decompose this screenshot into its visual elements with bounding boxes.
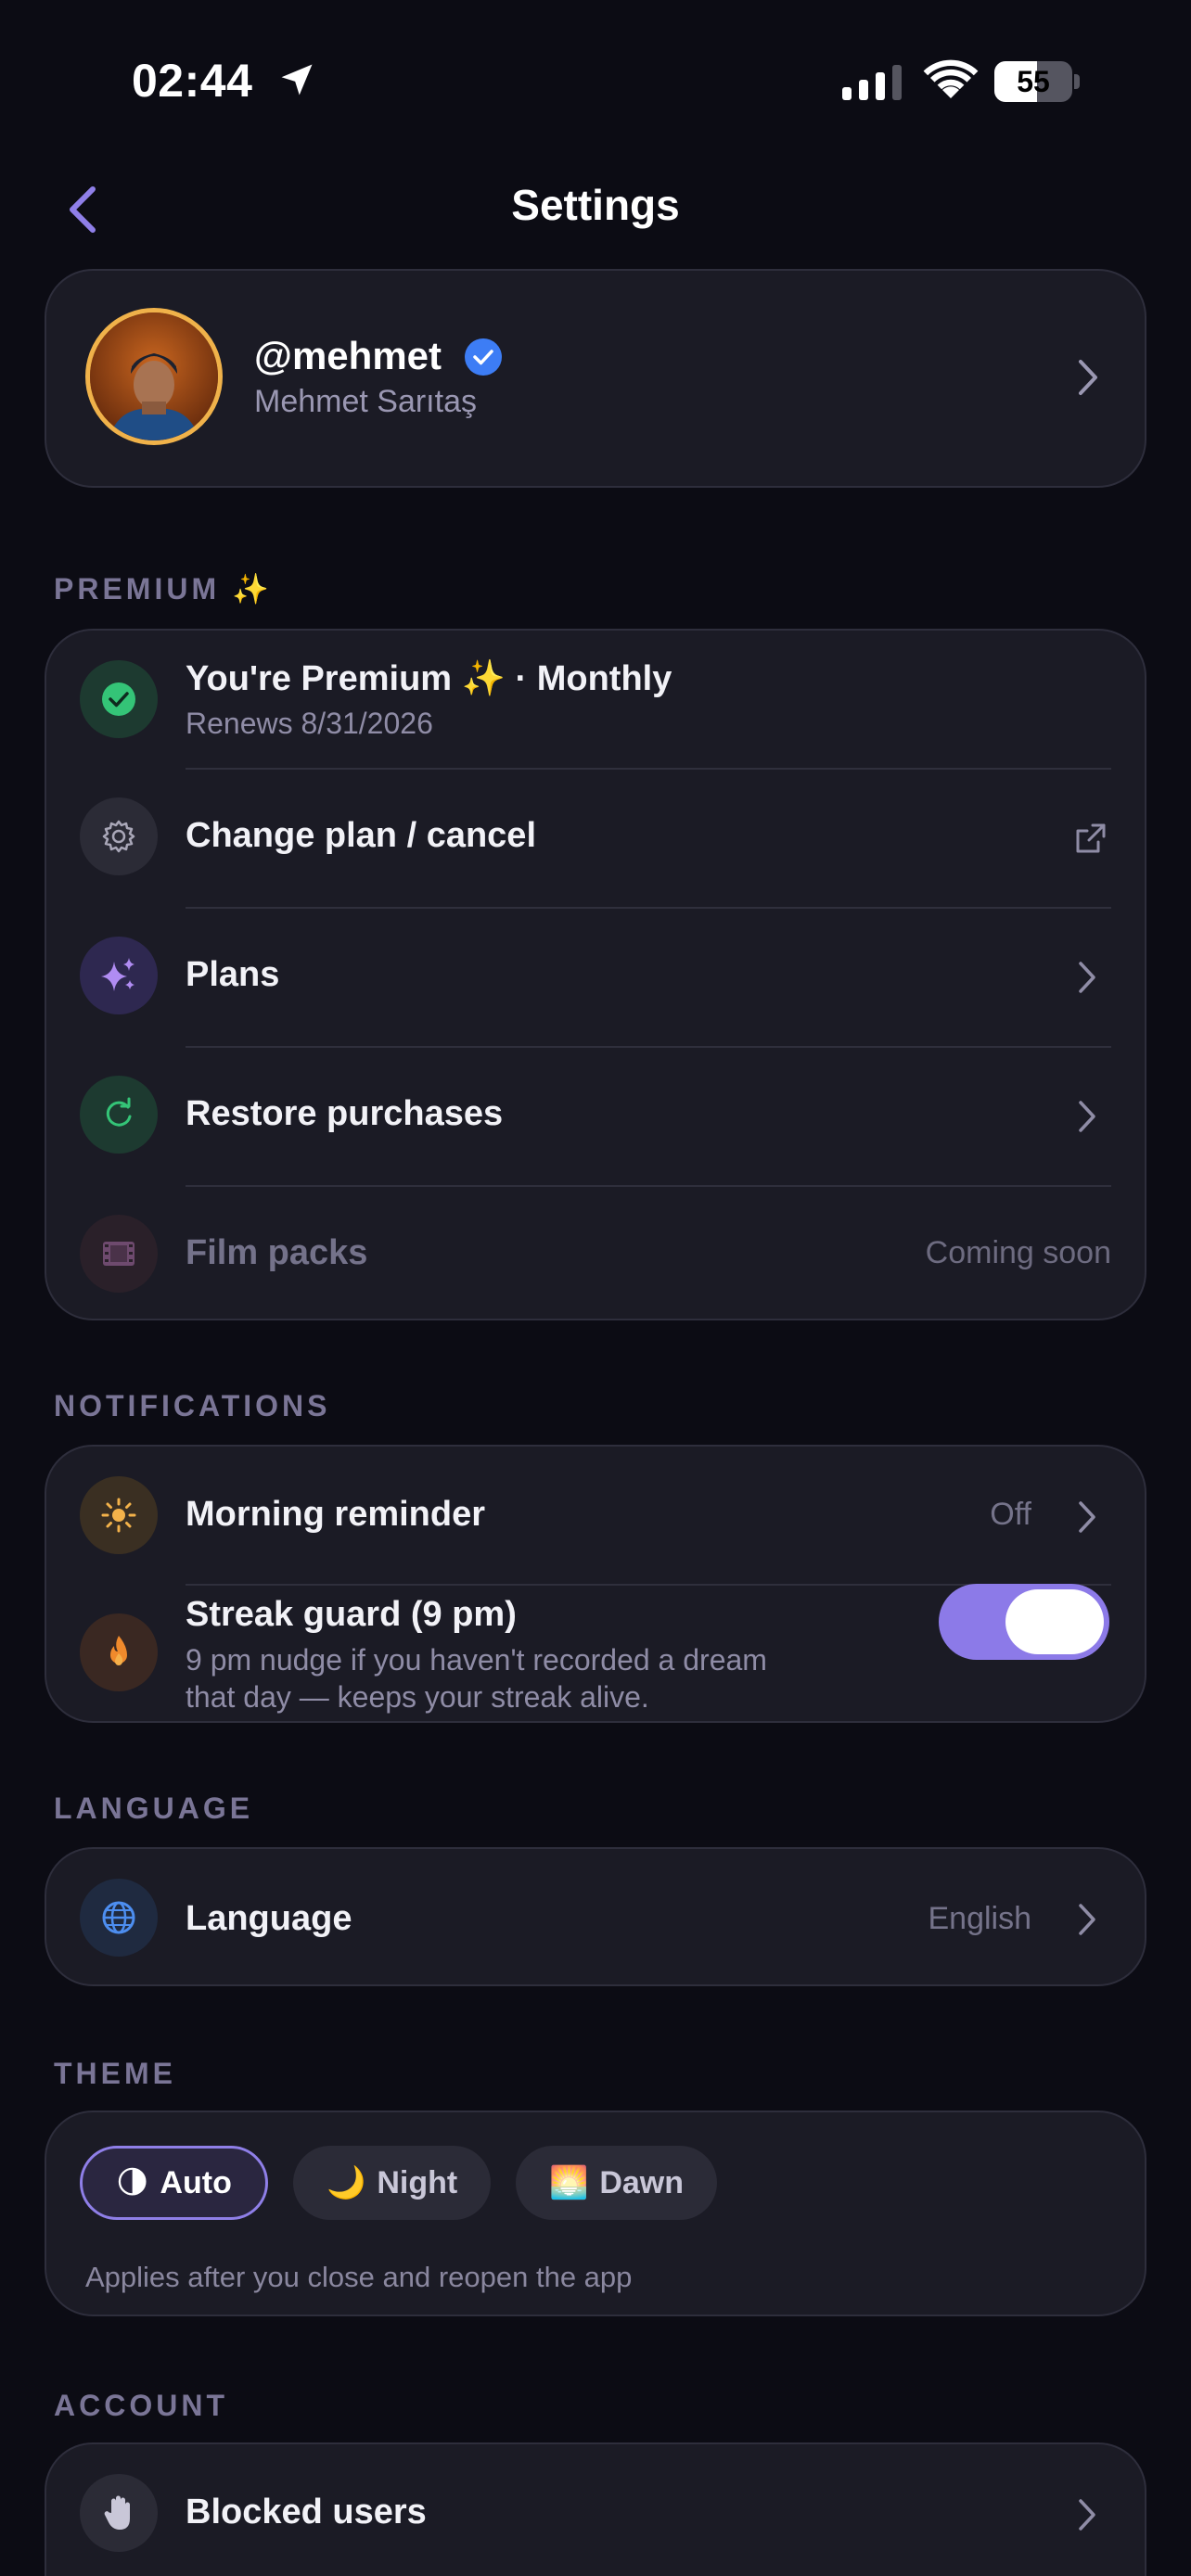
profile-full-name: Mehmet Sarıtaş	[254, 384, 477, 419]
theme-option-label: Auto	[160, 2164, 232, 2200]
theme-option-dawn[interactable]: 🌅 Dawn	[516, 2146, 718, 2220]
profile-handle: @mehmet	[254, 334, 442, 377]
theme-option-night[interactable]: 🌙 Night	[293, 2146, 492, 2220]
battery-level: 55	[1017, 65, 1050, 98]
theme-option-auto[interactable]: 🌗 Auto	[80, 2146, 268, 2220]
wifi-icon	[923, 59, 979, 98]
theme-card: 🌗 Auto 🌙 Night 🌅 Dawn Applies after you …	[45, 2111, 1146, 2316]
sun-icon	[80, 1476, 158, 1554]
globe-icon	[80, 1879, 158, 1957]
morning-reminder-row[interactable]: Morning reminder Off	[46, 1447, 1145, 1584]
status-time: 02:44	[132, 55, 253, 107]
avatar	[85, 308, 223, 445]
section-label-account: ACCOUNT	[54, 2389, 228, 2422]
chevron-right-icon	[1079, 360, 1097, 395]
section-label-notifications: NOTIFICATIONS	[54, 1389, 331, 1422]
language-label: Language	[186, 1899, 352, 1938]
sunrise-icon: 🌅	[549, 2165, 589, 2200]
half-moon-icon: 🌗	[116, 2165, 149, 2200]
change-plan-label: Change plan / cancel	[186, 816, 536, 855]
account-card: Blocked users	[45, 2442, 1146, 2576]
sparkles-icon	[80, 937, 158, 1014]
premium-status-title: You're Premium ✨ · Monthly	[186, 659, 672, 698]
language-row[interactable]: Language English	[46, 1849, 1145, 1984]
battery-indicator: 55	[994, 61, 1080, 102]
flame-icon	[80, 1613, 158, 1691]
crescent-moon-icon: 🌙	[327, 2165, 366, 2200]
profile-card[interactable]: @mehmet Mehmet Sarıtaş	[45, 269, 1146, 488]
page-title: Settings	[511, 181, 680, 229]
gear-icon	[80, 797, 158, 875]
location-arrow-icon	[281, 64, 313, 96]
streak-guard-description-line2: that day — keeps your streak alive.	[186, 1680, 649, 1714]
theme-option-label: Night	[377, 2164, 458, 2200]
section-label-premium: PREMIUM ✨	[54, 572, 273, 606]
chevron-right-icon	[1079, 1904, 1095, 1935]
premium-card: You're Premium ✨ · Monthly Renews 8/31/2…	[45, 629, 1146, 1320]
film-packs-label: Film packs	[186, 1233, 368, 1272]
restore-purchases-row[interactable]: Restore purchases	[46, 1048, 1145, 1185]
premium-renewal-date: Renews 8/31/2026	[186, 707, 433, 740]
toggle-knob	[1005, 1589, 1104, 1654]
language-value: English	[928, 1901, 1031, 1936]
film-icon	[80, 1215, 158, 1293]
chevron-right-icon	[1079, 2499, 1095, 2531]
change-plan-row[interactable]: Change plan / cancel	[46, 770, 1145, 907]
chevron-right-icon	[1079, 1101, 1095, 1132]
premium-status-row: You're Premium ✨ · Monthly Renews 8/31/2…	[46, 631, 1145, 768]
chevron-right-icon	[1079, 962, 1095, 993]
blocked-users-label: Blocked users	[186, 2493, 427, 2531]
streak-guard-description-line1: 9 pm nudge if you haven't recorded a dre…	[186, 1643, 767, 1677]
premium-check-icon	[80, 660, 158, 738]
film-packs-row: Film packs Coming soon	[46, 1187, 1145, 1322]
plans-row[interactable]: Plans	[46, 909, 1145, 1046]
morning-reminder-label: Morning reminder	[186, 1495, 486, 1534]
morning-reminder-value: Off	[990, 1497, 1031, 1532]
section-label-theme: THEME	[54, 2057, 176, 2090]
notifications-card: Morning reminder Off Streak guard (9 pm)…	[45, 1445, 1146, 1723]
chevron-right-icon	[1079, 1501, 1095, 1533]
plans-label: Plans	[186, 955, 280, 994]
avatar-photo-icon	[90, 312, 218, 440]
streak-guard-label: Streak guard (9 pm)	[186, 1595, 517, 1634]
status-bar: 02:44 55	[0, 0, 1191, 158]
blocked-users-row[interactable]: Blocked users	[46, 2444, 1145, 2576]
restore-purchases-label: Restore purchases	[186, 1094, 504, 1133]
streak-guard-toggle[interactable]	[939, 1584, 1109, 1660]
cellular-signal-icon	[842, 65, 902, 100]
language-card: Language English	[45, 1847, 1146, 1986]
section-label-language: LANGUAGE	[54, 1792, 254, 1825]
external-link-icon	[1076, 823, 1106, 853]
verified-badge-icon	[465, 338, 502, 376]
theme-note: Applies after you close and reopen the a…	[85, 2261, 633, 2293]
refresh-icon	[80, 1076, 158, 1154]
theme-option-label: Dawn	[599, 2164, 685, 2200]
film-packs-status: Coming soon	[925, 1235, 1111, 1270]
raised-hand-icon	[80, 2474, 158, 2552]
